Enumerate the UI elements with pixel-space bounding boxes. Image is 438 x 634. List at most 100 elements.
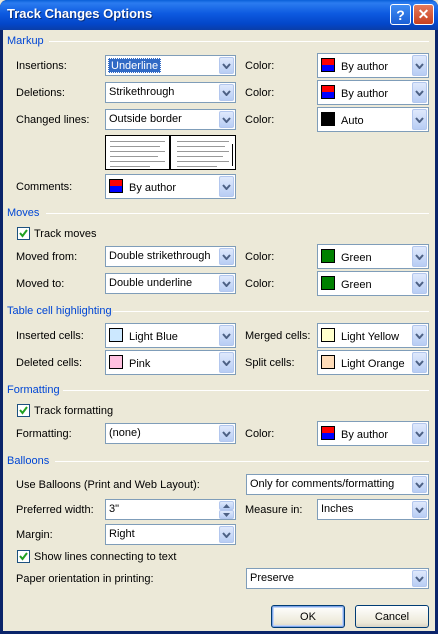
checkmark-icon xyxy=(19,229,28,238)
help-button[interactable]: ? xyxy=(390,4,411,25)
title-bar[interactable]: Track Changes Options ? ✕ xyxy=(0,0,438,30)
moved-from-color-dropdown[interactable]: Green xyxy=(317,244,429,269)
moved-to-dropdown[interactable]: Double underline xyxy=(105,273,236,294)
spin-down-icon[interactable] xyxy=(219,510,234,519)
show-lines-checkbox[interactable] xyxy=(17,550,30,563)
changed-lines-color-dropdown[interactable]: Auto xyxy=(317,107,429,132)
chevron-down-icon[interactable] xyxy=(412,501,427,518)
chevron-down-icon[interactable] xyxy=(219,248,234,265)
spin-up-icon[interactable] xyxy=(219,501,234,510)
moved-to-value: Double underline xyxy=(109,277,193,289)
moved-from-label: Moved from: xyxy=(16,251,78,263)
deleted-cells-value: Pink xyxy=(129,358,151,370)
chevron-down-icon[interactable] xyxy=(219,325,234,346)
margin-dropdown[interactable]: Right xyxy=(105,524,236,545)
moved-to-color-value: Green xyxy=(341,279,372,291)
insertions-color-value: By author xyxy=(341,61,389,73)
margin-value: Right xyxy=(109,528,135,540)
moved-to-color-label: Color: xyxy=(245,278,275,290)
chevron-down-icon[interactable] xyxy=(219,352,234,373)
ok-button[interactable]: OK xyxy=(271,605,345,628)
chevron-down-icon[interactable] xyxy=(412,476,427,493)
moved-from-dropdown[interactable]: Double strikethrough xyxy=(105,246,236,267)
chevron-down-icon[interactable] xyxy=(412,570,427,587)
deletions-label: Deletions: xyxy=(16,87,65,99)
chevron-down-icon[interactable] xyxy=(412,273,427,294)
track-moves-checkbox[interactable] xyxy=(17,227,30,240)
changed-lines-label: Changed lines: xyxy=(16,114,90,126)
inserted-cells-value: Light Blue xyxy=(129,331,178,343)
moved-from-color-value: Green xyxy=(341,252,372,264)
formatting-dropdown[interactable]: (none) xyxy=(105,423,236,444)
formatting-color-label: Color: xyxy=(245,428,275,440)
deleted-cells-dropdown[interactable]: Pink xyxy=(105,350,236,375)
formatting-value: (none) xyxy=(109,427,141,439)
chevron-down-icon[interactable] xyxy=(219,176,234,197)
track-formatting-label[interactable]: Track formatting xyxy=(34,405,113,417)
comments-color-dropdown[interactable]: By author xyxy=(105,174,236,199)
measure-in-label: Measure in: xyxy=(245,504,303,516)
deletions-color-dropdown[interactable]: By author xyxy=(317,80,429,105)
checkmark-icon xyxy=(19,406,28,415)
insertions-color-dropdown[interactable]: By author xyxy=(317,53,429,78)
chevron-down-icon[interactable] xyxy=(219,275,234,292)
deletions-dropdown[interactable]: Strikethrough xyxy=(105,82,236,103)
changed-lines-value: Outside border xyxy=(109,113,182,125)
deletions-color-label: Color: xyxy=(245,87,275,99)
chevron-down-icon[interactable] xyxy=(412,352,427,373)
formatting-color-dropdown[interactable]: By author xyxy=(317,421,429,446)
markup-separator xyxy=(49,41,429,42)
merged-cells-dropdown[interactable]: Light Yellow xyxy=(317,323,429,348)
chevron-down-icon[interactable] xyxy=(412,82,427,103)
chevron-down-icon[interactable] xyxy=(412,423,427,444)
chevron-down-icon[interactable] xyxy=(412,55,427,76)
deletions-color-value: By author xyxy=(341,88,389,100)
green-color-swatch xyxy=(321,249,335,263)
insertions-dropdown[interactable]: Underline xyxy=(105,55,236,76)
author-color-swatch xyxy=(321,426,335,440)
changed-lines-dropdown[interactable]: Outside border xyxy=(105,109,236,130)
show-lines-label[interactable]: Show lines connecting to text xyxy=(34,551,176,563)
preferred-width-value[interactable]: 3" xyxy=(109,503,119,515)
track-formatting-checkbox[interactable] xyxy=(17,404,30,417)
chevron-down-icon[interactable] xyxy=(412,325,427,346)
merged-cells-value: Light Yellow xyxy=(341,331,400,343)
dialog-client-area: Markup Insertions: Underline Color: By a… xyxy=(3,30,435,631)
track-moves-label[interactable]: Track moves xyxy=(34,228,97,240)
checkmark-icon xyxy=(19,552,28,561)
close-button[interactable]: ✕ xyxy=(413,4,434,25)
measure-in-value: Inches xyxy=(321,503,354,515)
moved-from-value: Double strikethrough xyxy=(109,250,211,262)
author-color-swatch xyxy=(321,85,335,99)
inserted-cells-dropdown[interactable]: Light Blue xyxy=(105,323,236,348)
dialog-window: Track Changes Options ? ✕ Markup Inserti… xyxy=(0,0,438,634)
margin-label: Margin: xyxy=(16,529,53,541)
cancel-button[interactable]: Cancel xyxy=(355,605,429,628)
changed-lines-preview-left xyxy=(105,135,170,170)
table-cell-section-heading: Table cell highlighting xyxy=(7,305,112,317)
close-icon: ✕ xyxy=(417,6,430,22)
preferred-width-spinner[interactable]: 3" xyxy=(105,499,236,520)
chevron-down-icon[interactable] xyxy=(219,111,234,128)
light-yellow-color-swatch xyxy=(321,328,335,342)
measure-in-dropdown[interactable]: Inches xyxy=(317,499,429,520)
chevron-down-icon[interactable] xyxy=(219,526,234,543)
use-balloons-dropdown[interactable]: Only for comments/formatting xyxy=(246,474,429,495)
paper-orientation-dropdown[interactable]: Preserve xyxy=(246,568,429,589)
chevron-down-icon[interactable] xyxy=(219,425,234,442)
help-icon: ? xyxy=(396,6,405,23)
chevron-down-icon[interactable] xyxy=(219,84,234,101)
author-color-swatch xyxy=(109,179,123,193)
light-blue-color-swatch xyxy=(109,328,123,342)
moved-to-label: Moved to: xyxy=(16,278,65,290)
moved-to-color-dropdown[interactable]: Green xyxy=(317,271,429,296)
split-cells-dropdown[interactable]: Light Orange xyxy=(317,350,429,375)
paper-orientation-value: Preserve xyxy=(250,572,295,584)
formatting-label: Formatting: xyxy=(16,428,72,440)
split-cells-value: Light Orange xyxy=(341,358,405,370)
chevron-down-icon[interactable] xyxy=(412,246,427,267)
chevron-down-icon[interactable] xyxy=(412,109,427,130)
balloons-section-heading: Balloons xyxy=(7,455,50,467)
chevron-down-icon[interactable] xyxy=(219,57,234,74)
deletions-value: Strikethrough xyxy=(109,86,175,98)
